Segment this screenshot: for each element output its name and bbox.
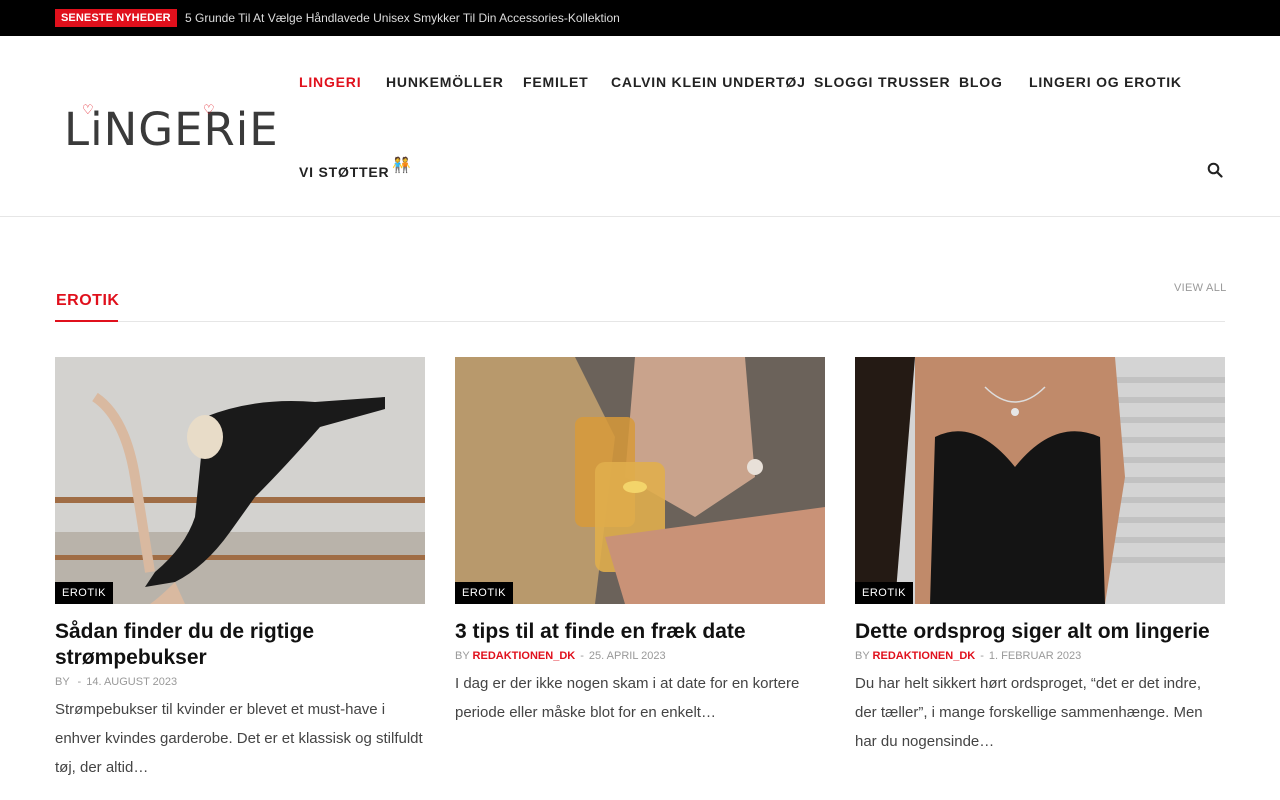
article-title[interactable]: Dette ordsprog siger alt om lingerie [855,619,1225,645]
article-card: EROTIK Dette ordsprog siger alt om linge… [855,357,1225,756]
author-link[interactable]: REDAKTIONEN_DK [473,650,576,662]
nav-item-lingeri[interactable]: LINGERI [299,74,361,90]
category-badge[interactable]: EROTIK [455,582,513,604]
article-image[interactable]: EROTIK [55,357,425,604]
article-excerpt: Du har helt sikkert hørt ordsproget, “de… [855,675,1203,750]
section-title-underline [55,320,118,322]
by-label: BY [455,650,470,662]
author-link[interactable]: REDAKTIONEN_DK [873,650,976,662]
category-badge[interactable]: EROTIK [855,582,913,604]
article-image[interactable]: EROTIK [855,357,1225,604]
article-excerpt: I dag er der ikke nogen skam i at date f… [455,675,800,721]
nav-item-vi-stotter[interactable]: VI STØTTER [299,164,389,180]
top-news-bar: SENESTE NYHEDER 5 Grunde Til At Vælge Hå… [0,0,1280,36]
article-date: 25. APRIL 2023 [588,650,666,662]
site-logo[interactable]: LiNGERiE ♡ ♡ [64,102,278,154]
nav-item-hunkemoller[interactable]: HUNKEMÖLLER [386,74,504,90]
section-title: EROTIK [56,292,120,309]
nav-item-calvin-klein[interactable]: CALVIN KLEIN UNDERTØJ [611,74,806,90]
news-ticker-link[interactable]: 5 Grunde Til At Vælge Håndlavede Unisex … [185,11,620,25]
article-meta: BY REDAKTIONEN_DK -1. FEBRUAR 2023 [855,650,1082,662]
by-label: BY [855,650,870,662]
nav-item-lingeri-og-erotik[interactable]: LINGERI OG EROTIK [1029,74,1182,90]
article-date: 1. FEBRUAR 2023 [988,650,1082,662]
article-image[interactable]: EROTIK [455,357,825,604]
nav-item-femilet[interactable]: FEMILET [523,74,588,90]
view-all-link[interactable]: VIEW ALL [1174,282,1227,294]
category-badge[interactable]: EROTIK [55,582,113,604]
article-date: 14. AUGUST 2023 [86,676,178,688]
article-meta: BY REDAKTIONEN_DK -25. APRIL 2023 [455,650,666,662]
logo-text: LiNGERiE [64,103,279,156]
article-card: EROTIK 3 tips til at finde en fræk date … [455,357,825,727]
article-card: EROTIK Sådan finder du de rigtige strømp… [55,357,425,782]
section-divider [55,321,1225,322]
latest-news-badge: SENESTE NYHEDER [55,9,177,27]
article-title[interactable]: Sådan finder du de rigtige strømpebukser [55,619,425,671]
by-label: BY [55,676,70,688]
site-header: LiNGERiE ♡ ♡ LINGERI HUNKEMÖLLER FEMILET… [0,36,1280,217]
people-icon: 🧑‍🤝‍🧑 [392,157,411,174]
article-meta: BY -14. AUGUST 2023 [55,676,178,688]
heart-icon: ♡ [203,102,215,117]
nav-item-sloggi[interactable]: SLOGGI TRUSSER [814,74,950,90]
nav-item-blog[interactable]: BLOG [959,74,1003,90]
article-excerpt: Strømpebukser til kvinder er blevet et m… [55,701,423,776]
search-icon[interactable] [1207,162,1223,178]
article-title[interactable]: 3 tips til at finde en fræk date [455,619,825,645]
heart-icon: ♡ [82,102,94,117]
